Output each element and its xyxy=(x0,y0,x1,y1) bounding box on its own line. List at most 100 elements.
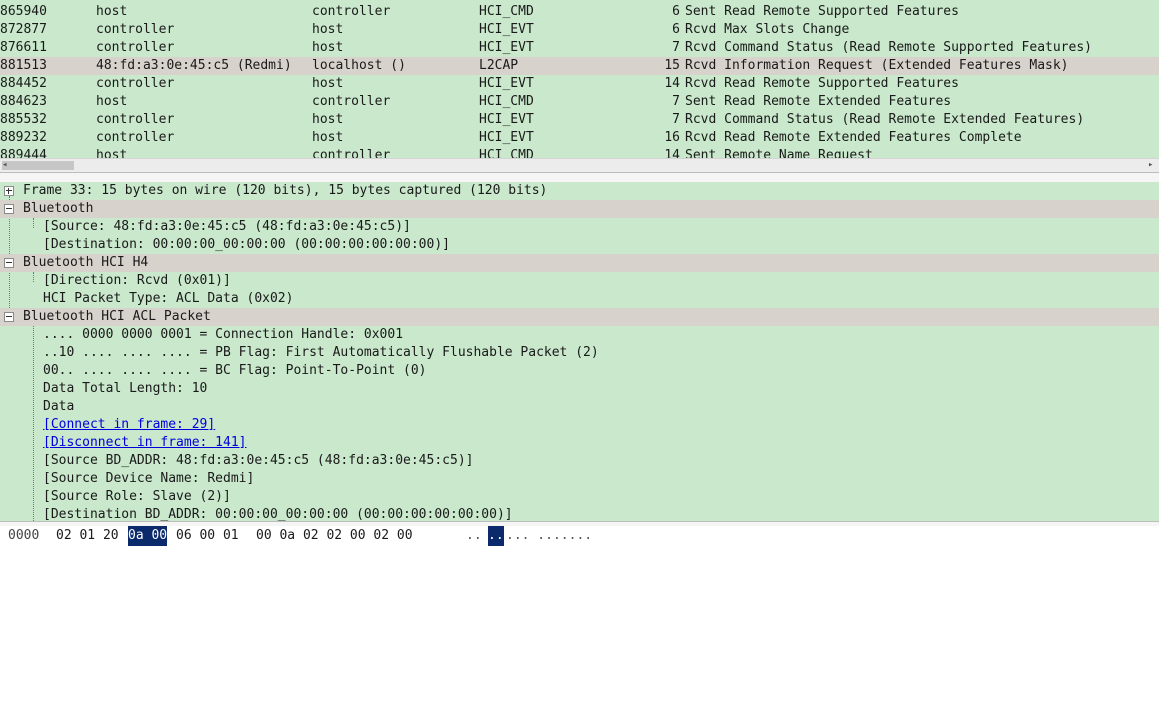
packet-row[interactable]: 884623 host controller HCI_CMD 7 Sent Read Re… xyxy=(0,93,1159,111)
packet-row[interactable]: 865940 host controller HCI_CMD 6 Sent Read Re… xyxy=(0,3,1159,21)
col-destination: host xyxy=(312,130,344,145)
collapse-minus-icon[interactable] xyxy=(4,258,14,268)
tree-field[interactable]: [Source BD_ADDR: 48:fd:a3:0e:45:c5 (48:f… xyxy=(0,452,1159,470)
disconnect-frame-link[interactable]: [Disconnect in frame: 141] xyxy=(43,434,247,452)
hex-bytes-highlighted[interactable]: 0a 00 xyxy=(128,526,168,546)
field-direction: [Direction: Rcvd (0x01)] xyxy=(43,273,231,288)
packet-row[interactable]: 884452 controller host HCI_EVT 14 Rcvd Read R… xyxy=(0,75,1159,93)
field-source-bdaddr: [Source BD_ADDR: 48:fd:a3:0e:45:c5 (48:f… xyxy=(43,453,474,468)
packet-row[interactable]: 889232 controller host HCI_EVT 16 Rcvd Read R… xyxy=(0,129,1159,147)
field-pb-flag: ..10 .... .... .... = PB Flag: First Aut… xyxy=(43,345,599,360)
expand-plus-icon[interactable] xyxy=(4,186,14,196)
col-info: Rcvd Read Remote Extended Features Compl… xyxy=(685,130,1022,145)
tree-field[interactable]: Data xyxy=(0,398,1159,416)
col-destination: host xyxy=(312,22,344,37)
ascii-bytes-highlighted[interactable]: .. xyxy=(488,526,504,546)
col-length: 14 xyxy=(664,148,680,158)
col-length: 6 xyxy=(672,4,680,19)
tree-field[interactable]: [Destination: 00:00:00_00:00:00 (00:00:0… xyxy=(0,236,1159,254)
col-number: 884623 xyxy=(0,94,47,109)
packet-row-selected[interactable]: 881513 48:fd:a3:0e:45:c5 (Redmi) localhost… xyxy=(0,57,1159,75)
tree-field[interactable]: ..10 .... .... .... = PB Flag: First Aut… xyxy=(0,344,1159,362)
col-info: Rcvd Information Request (Extended Featu… xyxy=(685,58,1069,73)
field-destination-bdaddr: [Destination BD_ADDR: 00:00:00_00:00:00 … xyxy=(43,507,513,521)
col-length: 7 xyxy=(672,94,680,109)
col-source: controller xyxy=(96,22,175,37)
collapse-minus-icon[interactable] xyxy=(4,204,14,214)
col-number: 881513 xyxy=(0,58,47,73)
ascii-bytes-post[interactable]: ... ....... xyxy=(506,526,592,546)
col-length: 7 xyxy=(672,112,680,127)
col-source: 48:fd:a3:0e:45:c5 (Redmi) xyxy=(96,58,292,73)
hex-bytes-post[interactable]: 06 00 01 xyxy=(176,526,239,546)
col-info: Sent Read Remote Extended Features xyxy=(685,94,952,109)
scroll-left-arrow-icon[interactable]: ◂ xyxy=(2,159,7,172)
packet-row[interactable]: 885532 controller host HCI_EVT 7 Rcvd Command… xyxy=(0,111,1159,129)
col-number: 889232 xyxy=(0,130,47,145)
field-destination: [Destination: 00:00:00_00:00:00 (00:00:0… xyxy=(43,237,450,252)
tree-field[interactable]: .... 0000 0000 0001 = Connection Handle:… xyxy=(0,326,1159,344)
tree-item-hci-h4[interactable]: Bluetooth HCI H4 xyxy=(0,254,1159,272)
col-number: 884452 xyxy=(0,76,47,91)
col-length: 14 xyxy=(664,76,680,91)
field-data: Data xyxy=(43,399,75,414)
col-destination: controller xyxy=(312,4,391,19)
col-protocol: HCI_CMD xyxy=(479,4,534,19)
col-source: host xyxy=(96,148,128,158)
col-source: controller xyxy=(96,112,175,127)
col-length: 15 xyxy=(664,58,680,73)
tree-item-hci-acl[interactable]: Bluetooth HCI ACL Packet xyxy=(0,308,1159,326)
horizontal-scrollbar[interactable]: ◂ ▸ xyxy=(0,158,1159,172)
tree-item-bluetooth[interactable]: Bluetooth xyxy=(0,200,1159,218)
col-source: controller xyxy=(96,76,175,91)
tree-item-frame[interactable]: Frame 33: 15 bytes on wire (120 bits), 1… xyxy=(0,182,1159,200)
tree-field[interactable]: [Connect in frame: 29] xyxy=(0,416,1159,434)
col-number: 865940 xyxy=(0,4,47,19)
col-protocol: L2CAP xyxy=(479,58,519,73)
byte-offset: 0000 xyxy=(8,528,40,543)
tree-field[interactable]: HCI Packet Type: ACL Data (0x02) xyxy=(0,290,1159,308)
tree-item-label: Bluetooth HCI ACL Packet xyxy=(23,309,211,324)
tree-item-label: Frame 33: 15 bytes on wire (120 bits), 1… xyxy=(23,183,548,198)
field-source-device-name: [Source Device Name: Redmi] xyxy=(43,471,255,486)
col-info: Rcvd Max Slots Change xyxy=(685,22,850,37)
hex-bytes[interactable]: 02 01 20 xyxy=(56,526,119,546)
hex-bytes-tail[interactable]: 00 0a 02 02 00 02 00 xyxy=(256,526,413,546)
col-destination: host xyxy=(312,40,344,55)
packet-list[interactable]: 865940 host controller HCI_CMD 6 Sent Read Re… xyxy=(0,0,1159,158)
col-number: 889444 xyxy=(0,148,47,158)
col-protocol: HCI_CMD xyxy=(479,148,534,158)
col-info: Rcvd Command Status (Read Remote Support… xyxy=(685,40,1092,55)
tree-field[interactable]: [Disconnect in frame: 141] xyxy=(0,434,1159,452)
tree-field[interactable]: 00.. .... .... .... = BC Flag: Point-To-… xyxy=(0,362,1159,380)
tree-field[interactable]: [Source Device Name: Redmi] xyxy=(0,470,1159,488)
field-connection-handle: .... 0000 0000 0001 = Connection Handle:… xyxy=(43,327,404,342)
scroll-right-arrow-icon[interactable]: ▸ xyxy=(1148,159,1153,172)
packet-row[interactable]: 876611 controller host HCI_EVT 7 Rcvd Command… xyxy=(0,39,1159,57)
col-info: Rcvd Command Status (Read Remote Extende… xyxy=(685,112,1085,127)
hex-bytes-pre: 02 01 20 xyxy=(56,528,119,543)
col-protocol: HCI_EVT xyxy=(479,76,534,91)
scrollbar-thumb[interactable] xyxy=(2,161,74,170)
packet-row[interactable]: 889444 host controller HCI_CMD 14 Sent Remote… xyxy=(0,147,1159,158)
col-source: host xyxy=(96,4,128,19)
col-destination: host xyxy=(312,76,344,91)
packet-bytes-pane[interactable]: 0000 02 01 20 0a 00 06 00 01 00 0a 02 02… xyxy=(0,526,1159,556)
connect-frame-link[interactable]: [Connect in frame: 29] xyxy=(43,416,215,434)
tree-field[interactable]: [Destination BD_ADDR: 00:00:00_00:00:00 … xyxy=(0,506,1159,521)
col-protocol: HCI_EVT xyxy=(479,112,534,127)
tree-field[interactable]: [Source Role: Slave (2)] xyxy=(0,488,1159,506)
col-destination: controller xyxy=(312,148,391,158)
field-source-role: [Source Role: Slave (2)] xyxy=(43,489,231,504)
col-length: 6 xyxy=(672,22,680,37)
packet-row[interactable]: 872877 controller host HCI_EVT 6 Rcvd Max Slo… xyxy=(0,21,1159,39)
tree-field[interactable]: [Direction: Rcvd (0x01)] xyxy=(0,272,1159,290)
tree-field[interactable]: [Source: 48:fd:a3:0e:45:c5 (48:fd:a3:0e:… xyxy=(0,218,1159,236)
tree-field[interactable]: Data Total Length: 10 xyxy=(0,380,1159,398)
field-data-total-length: Data Total Length: 10 xyxy=(43,381,208,396)
field-packet-type: HCI Packet Type: ACL Data (0x02) xyxy=(43,291,294,306)
col-length: 7 xyxy=(672,40,680,55)
ascii-bytes-pre[interactable]: .. xyxy=(466,526,482,546)
collapse-minus-icon[interactable] xyxy=(4,312,14,322)
col-length: 16 xyxy=(664,130,680,145)
